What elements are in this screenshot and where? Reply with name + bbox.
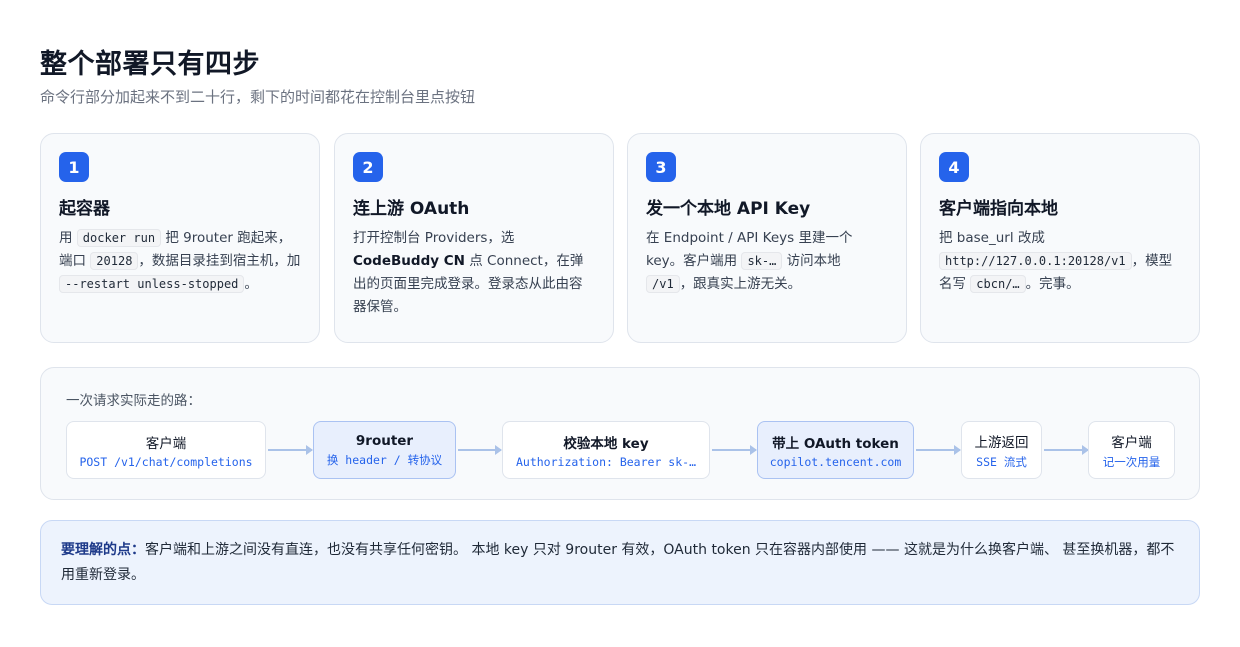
step-text: 。完事。	[1025, 276, 1080, 292]
inline-code: --restart unless-stopped	[59, 275, 245, 293]
inline-code: cbcn/…	[970, 275, 1026, 293]
step-title: 起容器	[59, 199, 110, 219]
flow-node-9router: 9router 换 header / 转协议	[313, 421, 456, 479]
flow-node-client: 客户端 POST /v1/chat/completions	[66, 421, 266, 479]
step-title: 发一个本地 API Key	[646, 199, 811, 219]
step-card-3: 3 发一个本地 API Key 在 Endpoint / API Keys 里建…	[627, 133, 907, 343]
flow-node-oauth-token: 带上 OAuth token copilot.tencent.com	[757, 421, 914, 479]
step-number-badge: 1	[59, 152, 89, 182]
node-title: 客户端	[145, 435, 187, 452]
step-description: 打开控制台 Providers，选 CodeBuddy CN 点 Connect…	[353, 227, 595, 319]
step-text: 用	[59, 230, 77, 246]
step-title: 客户端指向本地	[939, 199, 1058, 219]
step-text: ，跟真实上游无关。	[679, 276, 802, 292]
step-title: 连上游 OAuth	[353, 199, 470, 219]
step-number-badge: 2	[353, 152, 383, 182]
inline-code: sk-…	[741, 252, 783, 270]
inline-code: docker run	[76, 229, 162, 247]
flow-arrow	[1044, 445, 1089, 455]
step-text: 打开控制台 Providers，选	[353, 230, 515, 246]
step-description: 用 docker run 把 9router 跑起来，端口 20128 ，数据目录…	[59, 227, 301, 296]
step-description: 在 Endpoint / API Keys 里建一个 key。客户端用 sk-……	[646, 227, 888, 296]
node-subtitle: POST /v1/chat/completions	[79, 454, 253, 469]
callout-lead: 要理解的点：	[61, 542, 145, 558]
node-subtitle: SSE 流式	[976, 454, 1027, 469]
node-subtitle: 记一次用量	[1102, 454, 1161, 469]
steps-grid: 1 起容器 用 docker run 把 9router 跑起来，端口 2012…	[40, 133, 1200, 343]
node-title: 带上 OAuth token	[772, 435, 899, 452]
node-title: 校验本地 key	[563, 435, 649, 452]
node-title: 9router	[355, 432, 414, 449]
inline-code: http://127.0.0.1:20128/v1	[939, 252, 1132, 270]
page-title: 整个部署只有四步	[40, 49, 260, 80]
step-text: 。	[244, 276, 258, 292]
flow-node-verify-key: 校验本地 key Authorization: Bearer sk-…	[502, 421, 710, 479]
flow-arrow	[458, 445, 502, 455]
step-text: 把 base_url 改成	[939, 230, 1045, 246]
provider-name: CodeBuddy CN	[353, 253, 465, 269]
inline-code: /v1	[646, 275, 680, 293]
step-card-2: 2 连上游 OAuth 打开控制台 Providers，选 CodeBuddy …	[334, 133, 614, 343]
node-subtitle: copilot.tencent.com	[769, 454, 902, 469]
node-title: 客户端	[1111, 434, 1152, 451]
step-number-badge: 3	[646, 152, 676, 182]
callout-text: 客户端和上游之间没有直连，也没有共享任何密钥。 本地 key 只对 9route…	[61, 542, 1175, 583]
flow-arrow	[268, 445, 313, 455]
inline-code: 20128	[90, 252, 139, 270]
node-subtitle: 换 header / 转协议	[326, 452, 443, 467]
step-text: 访问本地	[782, 253, 841, 269]
node-title: 上游返回	[974, 434, 1029, 451]
step-card-4: 4 客户端指向本地 把 base_url 改成 http://127.0.0.1…	[920, 133, 1200, 343]
flow-arrow	[712, 445, 757, 455]
page-subtitle: 命令行部分加起来不到二十行，剩下的时间都花在控制台里点按钮	[40, 88, 476, 106]
flow-node-client-end: 客户端 记一次用量	[1088, 421, 1175, 479]
flow-arrow	[916, 445, 961, 455]
step-number-badge: 4	[939, 152, 969, 182]
key-point-callout: 要理解的点：客户端和上游之间没有直连，也没有共享任何密钥。 本地 key 只对 …	[40, 520, 1200, 605]
step-description: 把 base_url 改成 http://127.0.0.1:20128/v1，…	[939, 227, 1181, 296]
step-card-1: 1 起容器 用 docker run 把 9router 跑起来，端口 2012…	[40, 133, 320, 343]
node-subtitle: Authorization: Bearer sk-…	[515, 454, 696, 469]
step-text: ，数据目录挂到宿主机，加	[138, 253, 301, 269]
flow-node-upstream-return: 上游返回 SSE 流式	[961, 421, 1042, 479]
flow-label: 一次请求实际走的路：	[66, 393, 201, 409]
request-flow-panel: 一次请求实际走的路： 客户端 POST /v1/chat/completions…	[40, 367, 1200, 500]
